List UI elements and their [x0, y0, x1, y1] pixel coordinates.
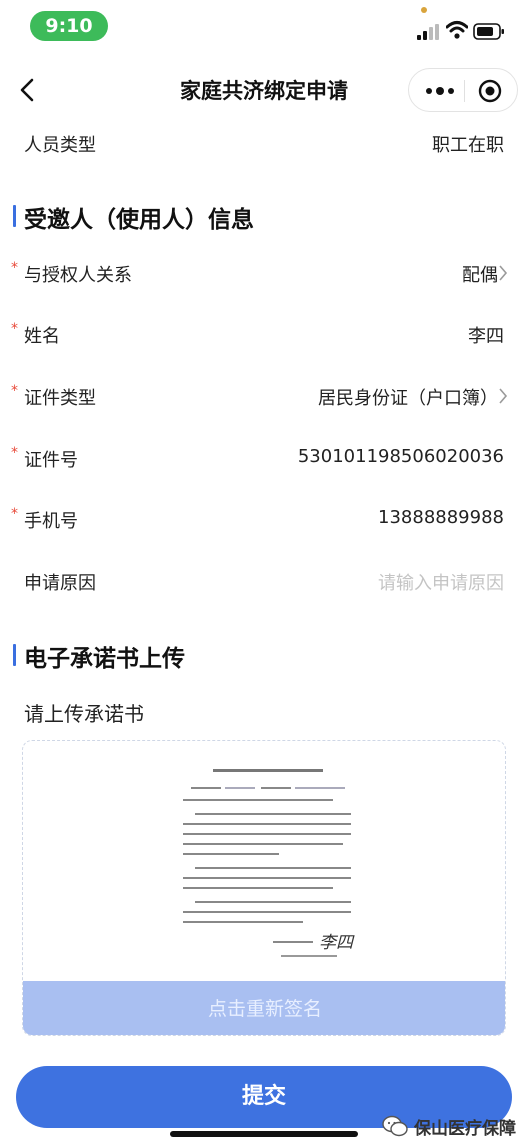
- required-mark: *: [11, 445, 18, 461]
- name-value[interactable]: 李四: [468, 322, 504, 348]
- id-type-label: 证件类型: [24, 388, 96, 409]
- reason-label: 申请原因: [24, 573, 96, 594]
- signal-icon: [417, 24, 439, 40]
- battery-icon: [473, 23, 504, 40]
- more-dots-icon[interactable]: [423, 81, 457, 101]
- commitment-document-preview: 李四: [173, 763, 363, 979]
- relation-label: 与授权人关系: [24, 265, 132, 286]
- section-upload-header: 电子承诺书上传: [0, 633, 528, 677]
- person-type-value: 职工在职: [432, 135, 504, 156]
- mini-program-capsule: [408, 68, 518, 112]
- nav-bar: 家庭共济绑定申请: [0, 60, 528, 120]
- chevron-right-icon: [499, 388, 508, 404]
- person-type-label: 人员类型: [24, 135, 96, 156]
- row-reason[interactable]: 申请原因 请输入申请原因: [0, 555, 528, 611]
- section-invitee-title: 受邀人（使用人）信息: [24, 207, 254, 233]
- row-name[interactable]: * 姓名 李四: [0, 308, 528, 364]
- privacy-indicator-dot: [421, 7, 427, 13]
- required-mark: *: [11, 321, 18, 337]
- section-upload-title: 电子承诺书上传: [24, 646, 185, 672]
- bottom-action-area: 提交 保山医疗保障: [0, 1050, 528, 1146]
- mini-program-close-icon[interactable]: [478, 79, 502, 103]
- required-mark: *: [11, 383, 18, 399]
- row-relation[interactable]: * 与授权人关系 配偶: [0, 247, 528, 303]
- upload-label: 请上传承诺书: [24, 702, 144, 726]
- required-mark: *: [11, 260, 18, 276]
- watermark: 保山医疗保障: [382, 1112, 516, 1140]
- phone-value[interactable]: 13888889988: [378, 507, 504, 528]
- wechat-icon: [382, 1115, 408, 1137]
- row-id-type[interactable]: * 证件类型 居民身份证（户口簿）: [0, 370, 528, 426]
- id-number-label: 证件号: [24, 450, 78, 471]
- watermark-text: 保山医疗保障: [414, 1118, 516, 1139]
- chevron-right-icon: [499, 265, 508, 281]
- row-id-number[interactable]: * 证件号 530101198506020036: [0, 432, 528, 488]
- name-label: 姓名: [24, 326, 60, 347]
- status-time: 9:10: [30, 11, 108, 41]
- required-mark: *: [11, 506, 18, 522]
- section-accent-bar: [13, 205, 16, 227]
- home-indicator: [170, 1131, 358, 1137]
- row-person-type: 人员类型 职工在职: [0, 117, 528, 173]
- section-accent-bar: [13, 644, 16, 666]
- status-bar: 9:10: [0, 0, 528, 56]
- capsule-divider: [464, 80, 465, 102]
- id-number-value[interactable]: 530101198506020036: [298, 446, 504, 467]
- relation-value[interactable]: 配偶: [462, 261, 498, 287]
- phone-label: 手机号: [24, 511, 78, 532]
- row-phone[interactable]: * 手机号 13888889988: [0, 493, 528, 549]
- signature-text: 李四: [319, 933, 355, 953]
- resign-button[interactable]: 点击重新签名: [23, 981, 505, 1035]
- commitment-upload-box[interactable]: 李四 点击重新签名: [22, 740, 506, 1036]
- reason-input[interactable]: 请输入申请原因: [378, 569, 504, 595]
- section-invitee-header: 受邀人（使用人）信息: [0, 194, 528, 238]
- id-type-value[interactable]: 居民身份证（户口簿）: [318, 384, 498, 410]
- wifi-icon: [446, 21, 468, 39]
